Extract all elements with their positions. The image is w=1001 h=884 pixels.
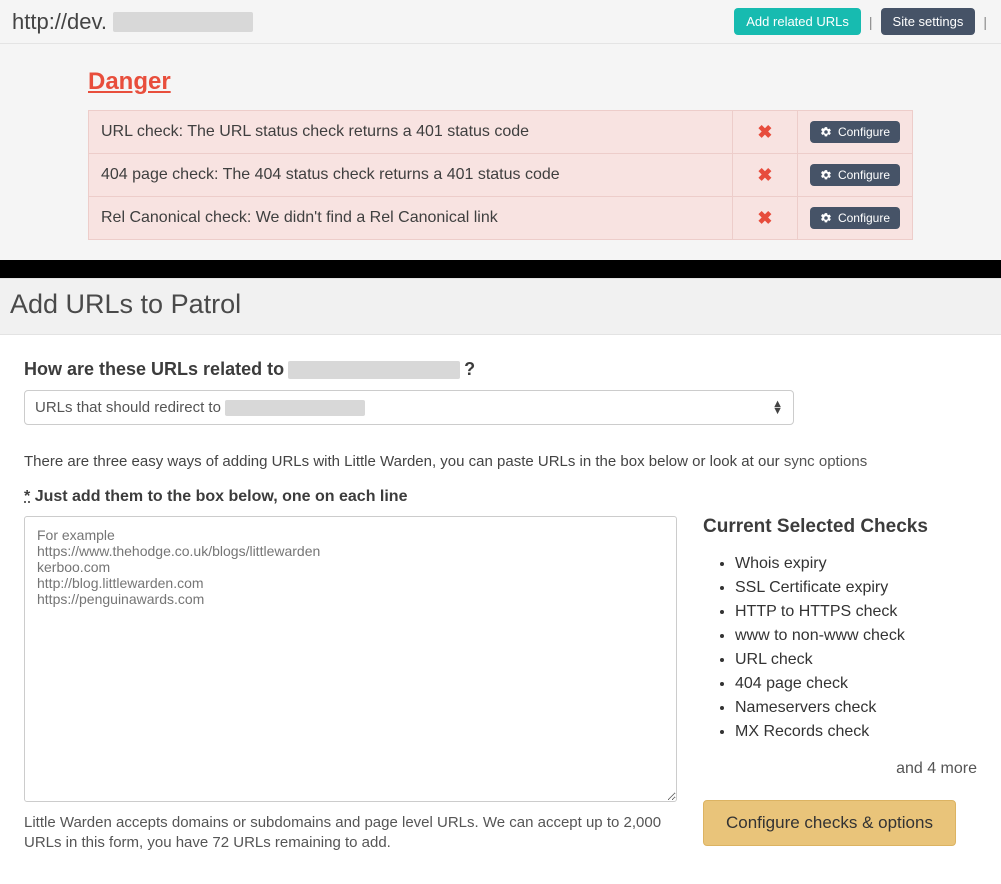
table-row: Rel Canonical check: We didn't find a Re… [89, 197, 913, 240]
select-redacted [225, 400, 365, 416]
list-item: Nameservers check [735, 696, 977, 720]
top-actions: Add related URLs | Site settings | [734, 8, 989, 35]
checks-list: Whois expiry SSL Certificate expiry HTTP… [703, 552, 977, 744]
right-column: Current Selected Checks Whois expiry SSL… [703, 516, 977, 846]
checks-heading: Current Selected Checks [703, 516, 977, 538]
ways-text: There are three easy ways of adding URLs… [24, 453, 977, 470]
configure-label: Configure [838, 211, 890, 225]
table-row: URL check: The URL status check returns … [89, 111, 913, 154]
dismiss-cell: ✖ [732, 111, 797, 154]
divider: | [867, 14, 875, 30]
close-icon[interactable]: ✖ [757, 208, 772, 228]
relation-question: How are these URLs related to ? [24, 359, 977, 380]
top-bar: http://dev. Add related URLs | Site sett… [0, 0, 1001, 44]
select-prefix: URLs that should redirect to [35, 399, 221, 416]
page-title: Add URLs to Patrol [10, 289, 991, 320]
close-icon[interactable]: ✖ [757, 122, 772, 142]
section-title-row: Add URLs to Patrol [0, 278, 1001, 335]
list-item: www to non-www check [735, 624, 977, 648]
ways-text-before: There are three easy ways of adding URLs… [24, 453, 784, 470]
configure-button[interactable]: Configure [810, 121, 900, 143]
gear-icon [820, 212, 832, 224]
list-item: HTTP to HTTPS check [735, 600, 977, 624]
configure-label: Configure [838, 168, 890, 182]
gear-icon [820, 126, 832, 138]
add-related-urls-button[interactable]: Add related URLs [734, 8, 861, 35]
add-related-urls-label: Add related URLs [746, 14, 849, 29]
danger-message: 404 page check: The 404 status check ret… [89, 154, 733, 197]
list-item: MX Records check [735, 720, 977, 744]
table-row: 404 page check: The 404 status check ret… [89, 154, 913, 197]
site-settings-label: Site settings [893, 14, 964, 29]
and-more-text: and 4 more [703, 760, 977, 778]
configure-cell: Configure [797, 154, 912, 197]
configure-cell: Configure [797, 197, 912, 240]
site-url-redacted [113, 12, 253, 32]
add-urls-heading: * Just add them to the box below, one on… [24, 488, 977, 506]
gear-icon [820, 169, 832, 181]
section-divider [0, 260, 1001, 278]
relation-select[interactable]: URLs that should redirect to ▲▼ [24, 390, 794, 425]
chevron-updown-icon: ▲▼ [772, 401, 783, 415]
site-settings-button[interactable]: Site settings [881, 8, 976, 35]
question-prefix: How are these URLs related to [24, 359, 284, 380]
configure-cell: Configure [797, 111, 912, 154]
sync-options-link[interactable]: sync options [784, 453, 867, 470]
left-column: Little Warden accepts domains or subdoma… [24, 516, 677, 854]
configure-button[interactable]: Configure [810, 164, 900, 186]
danger-message: Rel Canonical check: We didn't find a Re… [89, 197, 733, 240]
danger-message: URL check: The URL status check returns … [89, 111, 733, 154]
list-item: URL check [735, 648, 977, 672]
select-value: URLs that should redirect to [35, 399, 365, 416]
list-item: 404 page check [735, 672, 977, 696]
site-url-prefix: http://dev. [12, 9, 107, 35]
question-suffix: ? [464, 359, 475, 380]
danger-section: Danger URL check: The URL status check r… [0, 44, 1001, 260]
danger-table: URL check: The URL status check returns … [88, 110, 913, 240]
configure-button[interactable]: Configure [810, 207, 900, 229]
required-asterisk: * [24, 488, 30, 505]
two-column: Little Warden accepts domains or subdoma… [24, 516, 977, 854]
question-redacted [288, 361, 460, 379]
configure-label: Configure [838, 125, 890, 139]
form-panel: How are these URLs related to ? URLs tha… [10, 345, 991, 874]
danger-heading[interactable]: Danger [88, 68, 171, 96]
divider: | [981, 14, 989, 30]
site-url: http://dev. [12, 9, 253, 35]
add-urls-heading-text: Just add them to the box below, one on e… [35, 488, 408, 505]
dismiss-cell: ✖ [732, 197, 797, 240]
list-item: Whois expiry [735, 552, 977, 576]
close-icon[interactable]: ✖ [757, 165, 772, 185]
dismiss-cell: ✖ [732, 154, 797, 197]
urls-textarea[interactable] [24, 516, 677, 802]
configure-checks-button[interactable]: Configure checks & options [703, 800, 956, 846]
configure-checks-label: Configure checks & options [726, 813, 933, 832]
help-note: Little Warden accepts domains or subdoma… [24, 813, 677, 854]
list-item: SSL Certificate expiry [735, 576, 977, 600]
